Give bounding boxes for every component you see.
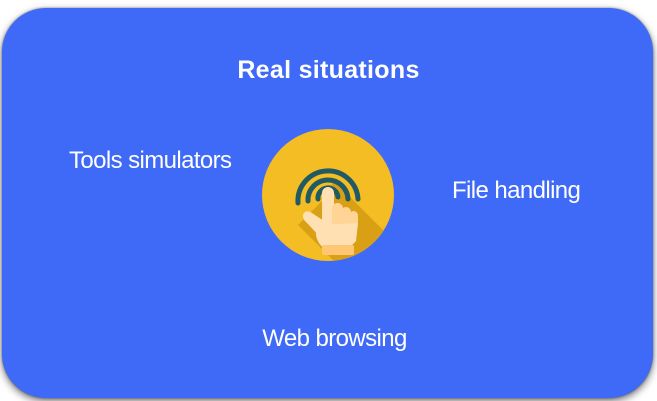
label-tools-simulators: Tools simulators [69, 147, 232, 174]
touch-hand-icon [262, 129, 394, 261]
label-web-browsing: Web browsing [262, 325, 407, 352]
slide: Real situations Tools simulators File ha… [0, 0, 657, 401]
card-title: Real situations [237, 56, 420, 84]
label-file-handling: File handling [452, 177, 581, 204]
